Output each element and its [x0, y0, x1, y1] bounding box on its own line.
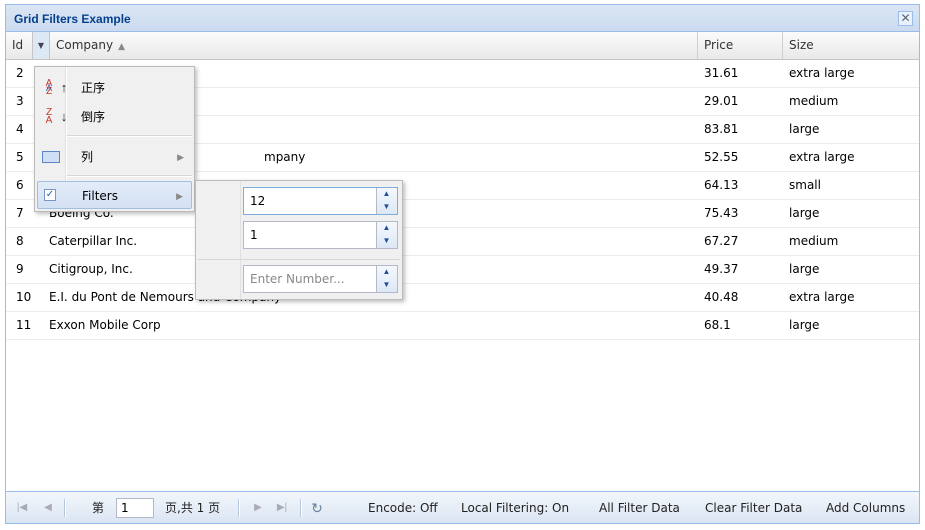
equal-field[interactable]: ▲▼ — [243, 265, 398, 293]
greater-than-spinner[interactable]: ▲ ▼ — [376, 188, 397, 214]
menu-separator — [67, 135, 192, 137]
cell-size: small — [789, 178, 821, 192]
column-menu: A AZ ↑ 正序 ZA ↓ 倒序 列 ▶ ✓ Filters ▶ — [34, 66, 195, 212]
column-header-id-label: Id — [12, 38, 24, 52]
spin-down-icon[interactable]: ▼ — [377, 201, 396, 213]
equal-input[interactable] — [244, 266, 374, 292]
menu-item-label: 正序 — [81, 81, 106, 95]
page-number-input[interactable]: 1 — [116, 498, 154, 518]
spin-up-icon[interactable]: ▲ — [377, 188, 396, 200]
panel-title: Grid Filters Example — [14, 12, 131, 26]
menu-item-label: 倒序 — [81, 110, 106, 124]
table-row[interactable]: 10 E.I. du Pont de Nemours and Company 40.… — [6, 284, 919, 312]
cell-id: 8 — [16, 234, 24, 248]
column-header-price[interactable]: Price — [698, 32, 783, 59]
submenu-arrow-icon: ▶ — [177, 152, 184, 162]
cell-price: 68.1 — [704, 318, 731, 332]
cell-size: large — [789, 122, 820, 136]
spin-up-icon[interactable]: ▲ — [377, 222, 396, 234]
cell-price: 67.27 — [704, 234, 739, 248]
menu-gutter — [240, 181, 241, 299]
cell-size: large — [789, 318, 820, 332]
cell-size: extra large — [789, 66, 855, 80]
equal-spinner[interactable]: ▲ ▼ — [376, 266, 397, 292]
local-filtering-button[interactable]: Local Filtering: On — [461, 500, 569, 516]
cell-price: 83.81 — [704, 122, 739, 136]
cell-price: 75.43 — [704, 206, 739, 220]
az-icon: AZ — [45, 78, 53, 97]
sort-ascending-icon: ▲ — [118, 42, 126, 52]
cell-id: 11 — [16, 318, 32, 332]
spin-down-icon[interactable]: ▼ — [377, 235, 396, 247]
table-row[interactable]: 9 Citigroup, Inc. 49.37 large — [6, 256, 919, 284]
numeric-filter-menu: ▲▼ ▲▼ ▲▼ — [195, 180, 403, 300]
spin-up-icon[interactable]: ▲ — [377, 266, 396, 278]
cell-price: 49.37 — [704, 262, 739, 276]
add-columns-button[interactable]: Add Columns — [826, 500, 905, 516]
panel-header: Grid Filters Example ✕ — [6, 5, 919, 32]
last-page-icon[interactable]: ▶| — [274, 500, 290, 516]
submenu-arrow-icon: ▶ — [176, 191, 183, 201]
encode-button[interactable]: Encode: Off — [368, 500, 438, 516]
greater-than-field[interactable]: ▲▼ — [243, 187, 398, 215]
cell-price: 31.61 — [704, 66, 739, 80]
cell-company: Exxon Mobile Corp — [49, 318, 161, 332]
menu-item-columns[interactable]: 列 ▶ — [37, 143, 192, 171]
down-arrow-icon: ↓ — [60, 109, 68, 124]
greater-than-input[interactable] — [244, 188, 374, 214]
menu-separator — [67, 175, 192, 177]
cell-size: medium — [789, 234, 839, 248]
close-icon[interactable]: ✕ — [898, 11, 913, 26]
menu-item-label: Filters — [82, 189, 118, 203]
cell-id: 9 — [16, 262, 24, 276]
cell-size: medium — [789, 94, 839, 108]
column-header-price-label: Price — [704, 38, 734, 52]
column-header-company-label: Company — [56, 38, 114, 52]
less-than-spinner[interactable]: ▲ ▼ — [376, 222, 397, 248]
column-header-company[interactable]: Company ▲ — [50, 32, 698, 59]
filters-checkbox[interactable]: ✓ — [44, 189, 56, 201]
columns-icon — [42, 151, 60, 163]
menu-item-sort-descending[interactable]: ZA ↓ 倒序 — [37, 103, 192, 131]
column-header-size-label: Size — [789, 38, 814, 52]
less-than-input[interactable] — [244, 222, 374, 248]
all-filter-data-button[interactable]: All Filter Data — [599, 500, 680, 516]
cell-size: large — [789, 262, 820, 276]
cell-size: extra large — [789, 150, 855, 164]
cell-size: extra large — [789, 290, 855, 304]
spin-down-icon[interactable]: ▼ — [377, 279, 396, 291]
menu-item-sort-ascending[interactable]: A AZ ↑ 正序 — [37, 74, 192, 102]
less-than-field[interactable]: ▲▼ — [243, 221, 398, 249]
cell-price: 29.01 — [704, 94, 739, 108]
za-icon: ZA — [45, 107, 53, 126]
first-page-icon[interactable]: |◀ — [14, 500, 30, 516]
grid-header: Id ▼ Company ▲ Price Size — [6, 32, 919, 60]
cell-size: large — [789, 206, 820, 220]
menu-item-label: 列 — [81, 150, 94, 164]
table-row[interactable]: 8 Caterpillar Inc. 67.27 medium — [6, 228, 919, 256]
column-header-id[interactable]: Id ▼ — [6, 32, 50, 59]
toolbar-separator — [300, 499, 302, 517]
table-row[interactable]: 11 Exxon Mobile Corp 68.1 large — [6, 312, 919, 340]
toolbar-separator — [64, 499, 66, 517]
cell-price: 64.13 — [704, 178, 739, 192]
cell-price: 40.48 — [704, 290, 739, 304]
page-total-label: 页,共 1 页 — [165, 501, 221, 515]
cell-id: 10 — [16, 290, 32, 304]
column-menu-trigger-icon[interactable]: ▼ — [32, 32, 50, 59]
column-header-size[interactable]: Size — [783, 32, 919, 59]
up-arrow-icon: ↑ — [60, 80, 68, 95]
paging-toolbar: |◀ ◀ 第 1 页,共 1 页 ▶ ▶| ↻ Encode: Off Loca… — [6, 491, 919, 523]
cell-price: 52.55 — [704, 150, 739, 164]
page-prefix: 第 — [92, 501, 105, 515]
prev-page-icon[interactable]: ◀ — [40, 500, 56, 516]
menu-separator — [198, 259, 400, 260]
refresh-icon[interactable]: ↻ — [309, 500, 325, 516]
toolbar-separator — [238, 499, 240, 517]
next-page-icon[interactable]: ▶ — [250, 500, 266, 516]
menu-item-filters[interactable]: ✓ Filters ▶ — [37, 181, 192, 209]
clear-filter-data-button[interactable]: Clear Filter Data — [705, 500, 802, 516]
